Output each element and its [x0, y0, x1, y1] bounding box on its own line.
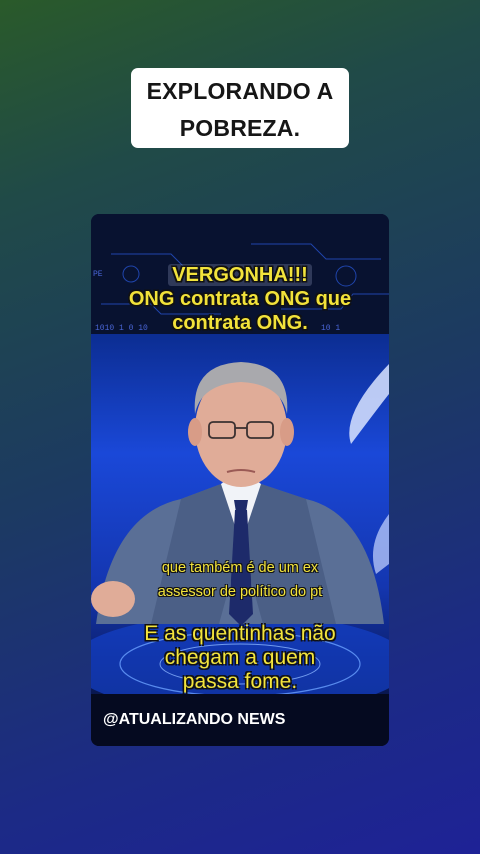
video-frame[interactable]: PE 1010 1 0 10 10 1 VERGONHA!!! ONG cont…: [91, 214, 389, 746]
title-line-1: EXPLORANDO A: [146, 78, 334, 104]
title-line-2: POBREZA.: [179, 115, 301, 141]
caption-line-1: E as quentinhas não: [144, 622, 336, 645]
banner-line-2: ONG contrata ONG que: [128, 288, 352, 310]
title-card: EXPLORANDO A POBREZA.: [131, 68, 349, 148]
subtitle-line-2: assessor de político do pt: [157, 584, 323, 600]
banner-vergonha: VERGONHA!!!: [91, 264, 389, 287]
banner-line-3: contrata ONG.: [172, 312, 308, 334]
subtitle-line-1: que também é de um ex: [161, 560, 319, 576]
watermark: @ATUALIZANDO NEWS: [103, 711, 286, 728]
caption-line-3: passa fome.: [182, 670, 298, 693]
caption-line-2: chegam a quem: [164, 646, 316, 669]
